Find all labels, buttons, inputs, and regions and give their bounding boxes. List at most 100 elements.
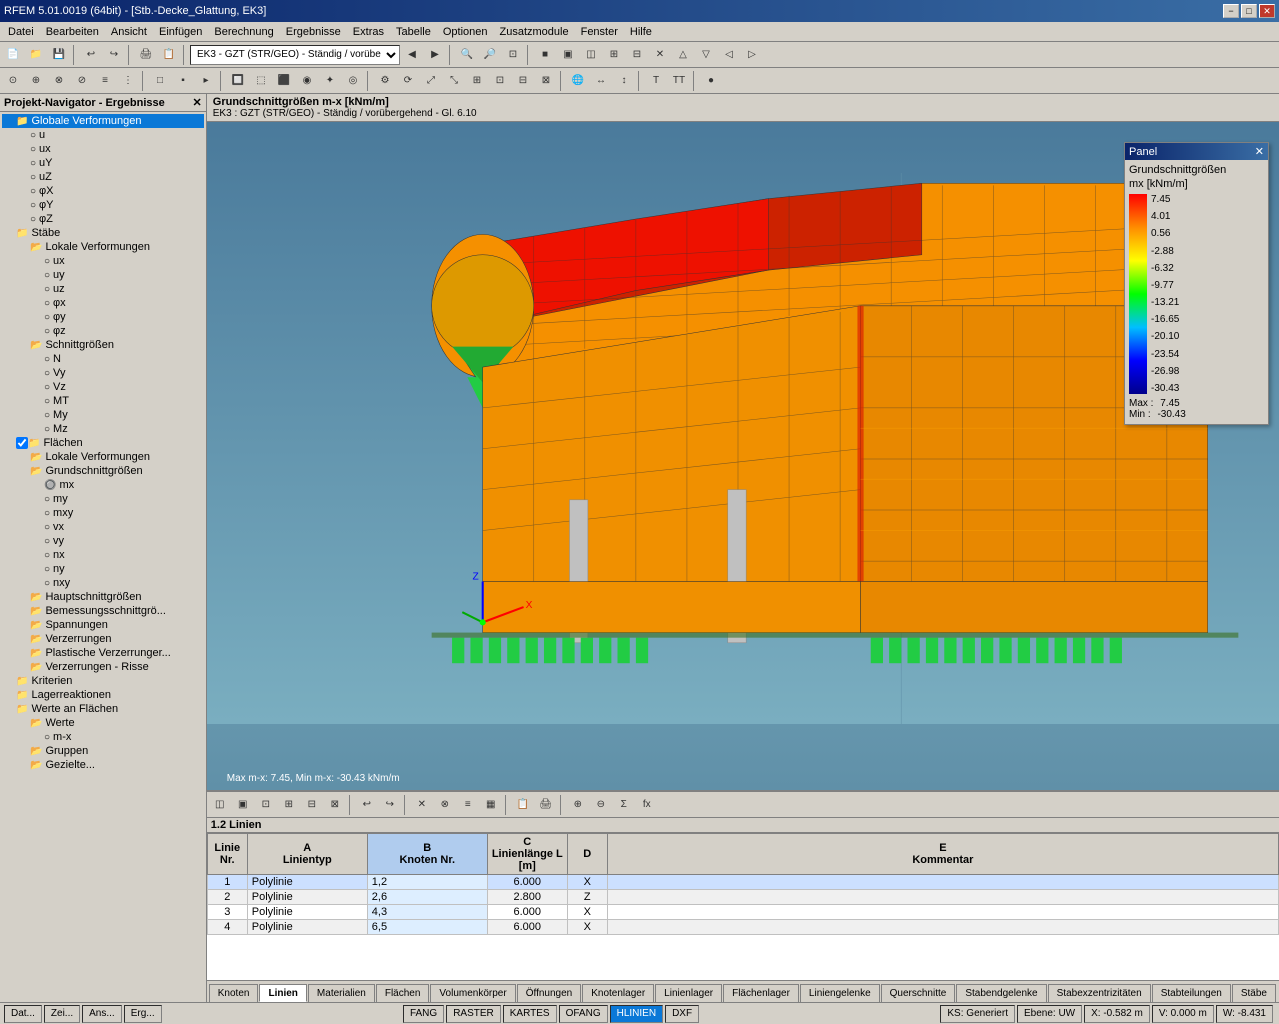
- sidebar-item-18[interactable]: ○Vy: [2, 366, 204, 380]
- bt10[interactable]: ⊗: [434, 794, 456, 816]
- tb1-b5[interactable]: ⊟: [626, 44, 648, 66]
- tb2-b1[interactable]: ⊙: [2, 70, 24, 92]
- bt6[interactable]: ⊠: [324, 794, 346, 816]
- tb2-b29[interactable]: ●: [700, 70, 722, 92]
- bt17[interactable]: Σ: [613, 794, 635, 816]
- titlebar-close[interactable]: ✕: [1259, 4, 1275, 18]
- tb2-b18[interactable]: ⤢: [420, 70, 442, 92]
- tb1-b1[interactable]: ■: [534, 44, 556, 66]
- tb2-b26[interactable]: ↕: [613, 70, 635, 92]
- bt11[interactable]: ≡: [457, 794, 479, 816]
- sidebar-item-21[interactable]: ○My: [2, 408, 204, 422]
- tab-liniengelenke[interactable]: Liniengelenke: [800, 984, 880, 1002]
- fit-btn[interactable]: ⊡: [502, 44, 524, 66]
- tab-linienlager[interactable]: Linienlager: [655, 984, 722, 1002]
- bt1[interactable]: ◫: [209, 794, 231, 816]
- menu-optionen[interactable]: Optionen: [437, 24, 494, 40]
- tb2-b9[interactable]: ▸: [195, 70, 217, 92]
- tb2-b10[interactable]: 🔲: [227, 70, 249, 92]
- sidebar-item-3[interactable]: ○uY: [2, 156, 204, 170]
- tb2-b23[interactable]: ⊠: [535, 70, 557, 92]
- sidebar-item-1[interactable]: ○u: [2, 128, 204, 142]
- undo-btn[interactable]: ↩: [80, 44, 102, 66]
- sidebar-item-16[interactable]: 📂Schnittgrößen: [2, 338, 204, 352]
- tab-knotenlager[interactable]: Knotenlager: [582, 984, 654, 1002]
- sidebar-item-14[interactable]: ○φy: [2, 310, 204, 324]
- ek-combo[interactable]: EK3 - GZT (STR/GEO) - Ständig / vorübe: [190, 45, 400, 65]
- tb1-b8[interactable]: ▽: [695, 44, 717, 66]
- tab-flaechenlager[interactable]: Flächenlager: [723, 984, 799, 1002]
- status-hlinien[interactable]: HLINIEN: [610, 1005, 663, 1023]
- sidebar-item-32[interactable]: ○ny: [2, 562, 204, 576]
- sidebar-item-4[interactable]: ○uZ: [2, 170, 204, 184]
- sidebar-item-36[interactable]: 📂Spannungen: [2, 618, 204, 632]
- sidebar-item-8[interactable]: 📁Stäbe: [2, 226, 204, 240]
- sidebar-close[interactable]: ✕: [193, 96, 202, 109]
- tab-stabendgelenke[interactable]: Stabendgelenke: [956, 984, 1046, 1002]
- sidebar-item-12[interactable]: ○uz: [2, 282, 204, 296]
- status-raster[interactable]: RASTER: [446, 1005, 501, 1023]
- bt2[interactable]: ▣: [232, 794, 254, 816]
- sidebar-item-17[interactable]: ○N: [2, 352, 204, 366]
- sidebar-item-35[interactable]: 📂Bemessungsschnittgrö...: [2, 604, 204, 618]
- tb2-b21[interactable]: ⊡: [489, 70, 511, 92]
- sidebar-item-0[interactable]: 📁Globale Verformungen: [2, 114, 204, 128]
- status-fang[interactable]: FANG: [403, 1005, 444, 1023]
- sidebar-item-46[interactable]: 📂Gezielte...: [2, 758, 204, 772]
- tb2-b14[interactable]: ✦: [319, 70, 341, 92]
- sidebar-item-40[interactable]: 📁Kriterien: [2, 674, 204, 688]
- tb2-b19[interactable]: ⤡: [443, 70, 465, 92]
- tb1-b9[interactable]: ◁: [718, 44, 740, 66]
- zoom-in[interactable]: 🔍: [456, 44, 478, 66]
- bt16[interactable]: ⊖: [590, 794, 612, 816]
- bt13[interactable]: 📋: [512, 794, 534, 816]
- redo-btn[interactable]: ↪: [103, 44, 125, 66]
- tb2-b28[interactable]: TT: [668, 70, 690, 92]
- menu-extras[interactable]: Extras: [347, 24, 390, 40]
- sidebar-item-34[interactable]: 📂Hauptschnittgrößen: [2, 590, 204, 604]
- status-dxf[interactable]: DXF: [665, 1005, 699, 1023]
- tab-knoten[interactable]: Knoten: [209, 984, 259, 1002]
- bt18[interactable]: fx: [636, 794, 658, 816]
- bt12[interactable]: ▦: [480, 794, 502, 816]
- tb2-b7[interactable]: □: [149, 70, 171, 92]
- bt5[interactable]: ⊟: [301, 794, 323, 816]
- sidebar-item-25[interactable]: 📂Grundschnittgrößen: [2, 464, 204, 478]
- sidebar-item-44[interactable]: ○m-x: [2, 730, 204, 744]
- sidebar-item-33[interactable]: ○nxy: [2, 576, 204, 590]
- sidebar-item-41[interactable]: 📁Lagerreaktionen: [2, 688, 204, 702]
- menu-ansicht[interactable]: Ansicht: [105, 24, 153, 40]
- menu-zusatzmodule[interactable]: Zusatzmodule: [494, 24, 575, 40]
- menu-bearbeiten[interactable]: Bearbeiten: [40, 24, 105, 40]
- tb2-b25[interactable]: ↔: [590, 70, 612, 92]
- sidebar-item-19[interactable]: ○Vz: [2, 380, 204, 394]
- sidebar-item-29[interactable]: ○vx: [2, 520, 204, 534]
- tb2-b6[interactable]: ⋮: [117, 70, 139, 92]
- next-btn[interactable]: ▶: [424, 44, 446, 66]
- sidebar-item-7[interactable]: ○φZ: [2, 212, 204, 226]
- tb1-b2[interactable]: ▣: [557, 44, 579, 66]
- save-btn[interactable]: 💾: [48, 44, 70, 66]
- titlebar-maximize[interactable]: □: [1241, 4, 1257, 18]
- tab-staebe[interactable]: Stäbe: [1232, 984, 1276, 1002]
- tb2-b17[interactable]: ⟳: [397, 70, 419, 92]
- menu-einfuegen[interactable]: Einfügen: [153, 24, 208, 40]
- tab-stabteilungen[interactable]: Stabteilungen: [1152, 984, 1231, 1002]
- sidebar-item-24[interactable]: 📂Lokale Verformungen: [2, 450, 204, 464]
- bt8[interactable]: ↪: [379, 794, 401, 816]
- sidebar-item-26[interactable]: 🔘mx: [2, 478, 204, 492]
- tb2-b8[interactable]: ▪: [172, 70, 194, 92]
- tb2-b16[interactable]: ⚙: [374, 70, 396, 92]
- menu-ergebnisse[interactable]: Ergebnisse: [280, 24, 347, 40]
- sidebar-item-39[interactable]: 📂Verzerrungen - Risse: [2, 660, 204, 674]
- sidebar-item-27[interactable]: ○my: [2, 492, 204, 506]
- sidebar-item-23[interactable]: 📁Flächen: [2, 436, 204, 450]
- sidebar-item-6[interactable]: ○φY: [2, 198, 204, 212]
- sidebar-item-31[interactable]: ○nx: [2, 548, 204, 562]
- bt7[interactable]: ↩: [356, 794, 378, 816]
- tb2-b15[interactable]: ◎: [342, 70, 364, 92]
- status-dat[interactable]: Dat...: [4, 1005, 42, 1023]
- tb1-b3[interactable]: ◫: [580, 44, 602, 66]
- status-zei[interactable]: Zei...: [44, 1005, 80, 1023]
- table-row[interactable]: 3 Polylinie 4,3 6.000 X: [207, 905, 1278, 920]
